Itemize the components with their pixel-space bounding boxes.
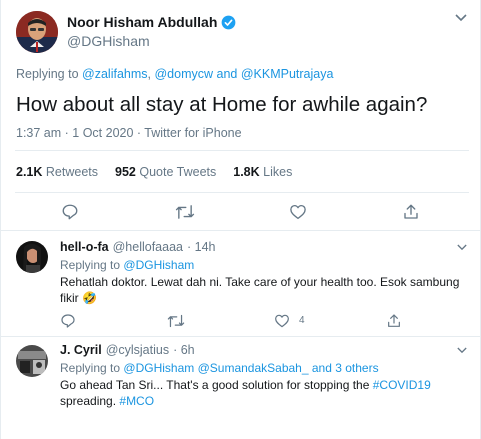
author-handle[interactable]: @DGHisham <box>67 33 150 49</box>
replying-and: and <box>216 67 238 81</box>
author-name[interactable]: Noor Hisham Abdullah <box>67 14 236 30</box>
likes-stat[interactable]: 1.8K Likes <box>233 165 292 179</box>
hashtag-link[interactable]: #COVID19 <box>373 378 431 392</box>
quotes-stat[interactable]: 952 Quote Tweets <box>115 165 216 179</box>
reply-handle[interactable]: @cylsjatius <box>106 343 169 357</box>
reply-author-name[interactable]: J. Cyril <box>60 343 102 357</box>
mention-link[interactable]: @domycw <box>154 67 213 81</box>
reply-time[interactable]: · 14h <box>187 240 216 254</box>
like-icon[interactable] <box>289 203 307 221</box>
reply-icon[interactable] <box>61 203 79 221</box>
chevron-down-icon[interactable] <box>457 347 467 354</box>
share-icon[interactable] <box>402 203 420 221</box>
like-icon[interactable] <box>274 313 290 329</box>
divider <box>15 192 469 193</box>
tweet-thread: Noor Hisham Abdullah @DGHisham Replying … <box>0 0 481 439</box>
reply-replying-to: Replying to @DGHisham @SumandakSabah_ an… <box>60 361 379 375</box>
verified-badge-icon <box>221 15 236 30</box>
author-name-text: Noor Hisham Abdullah <box>67 14 218 30</box>
reply-avatar[interactable] <box>16 345 48 377</box>
tweet-stats: 2.1K Retweets 952 Quote Tweets 1.8K Like… <box>16 165 292 179</box>
mention-link[interactable]: @SumandakSabah_ <box>198 361 309 375</box>
retweets-stat[interactable]: 2.1K Retweets <box>16 165 98 179</box>
reply-avatar[interactable] <box>16 241 48 273</box>
reply-actions: 4 <box>1 313 481 329</box>
tweet-actions <box>1 203 481 221</box>
reply-author-name[interactable]: hell-o-fa <box>60 240 109 254</box>
chevron-down-icon[interactable] <box>455 14 467 22</box>
reply-text: Go ahead Tan Sri... That's a good soluti… <box>60 378 431 408</box>
mention-link[interactable]: @zalifahms <box>82 67 148 81</box>
chevron-down-icon[interactable] <box>457 244 467 251</box>
divider <box>1 230 481 231</box>
share-icon[interactable] <box>386 313 402 329</box>
reply-replying-to: Replying to @DGHisham <box>60 258 195 272</box>
divider <box>15 150 469 151</box>
reply-time[interactable]: · 6h <box>173 343 195 357</box>
mention-link[interactable]: @DGHisham <box>123 258 194 272</box>
retweet-icon[interactable] <box>167 313 185 329</box>
replying-others-link[interactable]: and 3 others <box>312 361 379 375</box>
like-count: 4 <box>299 315 305 326</box>
mention-link[interactable]: @KKMPutrajaya <box>241 67 334 81</box>
divider <box>1 336 481 337</box>
reply-header: J. Cyril @cylsjatius · 6h <box>60 343 195 357</box>
tweet-text: How about all stay at Home for awhile ag… <box>16 93 428 116</box>
replying-to: Replying to @zalifahms, @domycw and @KKM… <box>16 67 334 81</box>
hashtag-link[interactable]: #MCO <box>119 394 154 408</box>
reply-header: hell-o-fa @hellofaaaa · 14h <box>60 240 216 254</box>
reply-text: Rehatlah doktor. Lewat dah ni. Take care… <box>60 275 460 305</box>
retweet-icon[interactable] <box>175 203 195 221</box>
replying-prefix: Replying to <box>16 67 79 81</box>
reply-icon[interactable] <box>60 313 76 329</box>
author-avatar[interactable] <box>16 11 58 53</box>
rofl-emoji: 🤣 <box>82 291 97 305</box>
mention-link[interactable]: @DGHisham <box>123 361 194 375</box>
reply-handle[interactable]: @hellofaaaa <box>113 240 183 254</box>
tweet-timestamp[interactable]: 1:37 am · 1 Oct 2020 · Twitter for iPhon… <box>16 126 242 140</box>
